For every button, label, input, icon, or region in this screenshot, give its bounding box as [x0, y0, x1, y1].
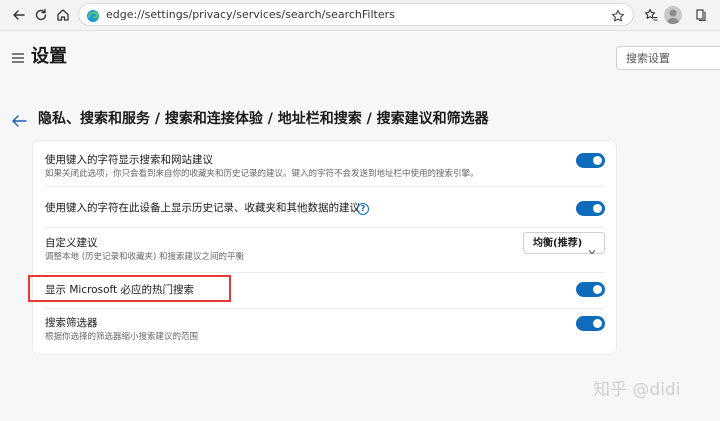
address-bar[interactable]: edge://settings/privacy/services/search/…: [78, 3, 634, 26]
toggle-knob: [593, 156, 602, 165]
select-value: 均衡(推荐): [533, 238, 583, 249]
address-url[interactable]: edge://settings/privacy/services/search/…: [106, 8, 395, 22]
setting-description: 调整本地 (历史记录和收藏夹) 和搜索建议之间的平衡: [45, 252, 245, 262]
page-title: 设置: [31, 46, 67, 67]
chevron-down-icon: [588, 240, 596, 255]
toggle-knob: [593, 285, 602, 294]
setting-description: 如果关闭此选项，你只会看到来自你的收藏夹和历史记录的建议。键入的字符不会发送到地…: [45, 169, 479, 179]
setting-title: 使用键入的字符在此设备上显示历史记录、收藏夹和其他数据的建议: [45, 202, 360, 214]
browser-toolbar: edge://settings/privacy/services/search/…: [0, 0, 720, 31]
typed-suggestions-toggle[interactable]: [576, 153, 605, 168]
back-icon[interactable]: [7, 3, 31, 27]
highlight-annotation-box: [28, 275, 231, 302]
setting-title: 自定义建议: [45, 237, 98, 249]
search-filters-toggle[interactable]: [576, 316, 605, 331]
favorites-icon[interactable]: [641, 4, 661, 26]
back-arrow-icon[interactable]: [11, 113, 27, 127]
hamburger-menu-icon[interactable]: [11, 50, 25, 64]
toggle-knob: [593, 319, 602, 328]
setting-row-local-data-suggestions: 使用键入的字符在此设备上显示历史记录、收藏夹和其他数据的建议 ?: [33, 187, 616, 229]
setting-row-search-filters: 搜索筛选器 根据你选择的筛选器缩小搜索建议的范围: [33, 309, 616, 353]
home-icon[interactable]: [51, 3, 75, 27]
search-placeholder: 搜索设置: [626, 52, 670, 65]
bing-trending-toggle[interactable]: [576, 282, 605, 297]
watermark: 知乎 @didi: [593, 380, 681, 400]
star-icon[interactable]: [611, 8, 625, 22]
search-suggestions-card: 使用键入的字符显示搜索和网站建议 如果关闭此选项，你只会看到来自你的收藏夹和历史…: [33, 141, 616, 354]
refresh-icon[interactable]: [29, 3, 53, 27]
setting-row-custom-suggestions: 自定义建议 调整本地 (历史记录和收藏夹) 和搜索建议之间的平衡 均衡(推荐): [33, 228, 616, 272]
toggle-knob: [593, 204, 602, 213]
profile-avatar[interactable]: [664, 6, 682, 24]
breadcrumb: 隐私、搜索和服务 / 搜索和连接体验 / 地址栏和搜索 / 搜索建议和筛选器: [38, 111, 489, 127]
help-icon[interactable]: ?: [357, 203, 369, 215]
settings-search-input[interactable]: 搜索设置: [616, 46, 720, 70]
local-data-suggestions-toggle[interactable]: [576, 201, 605, 216]
setting-row-typed-suggestions: 使用键入的字符显示搜索和网站建议 如果关闭此选项，你只会看到来自你的收藏夹和历史…: [33, 141, 616, 185]
setting-title: 搜索筛选器: [45, 317, 98, 329]
suggestion-balance-select[interactable]: 均衡(推荐): [523, 232, 605, 255]
setting-title: 使用键入的字符显示搜索和网站建议: [45, 154, 213, 166]
setting-description: 根据你选择的筛选器缩小搜索建议的范围: [45, 332, 199, 342]
edge-logo-icon: [86, 8, 100, 22]
collections-icon[interactable]: [692, 4, 712, 26]
